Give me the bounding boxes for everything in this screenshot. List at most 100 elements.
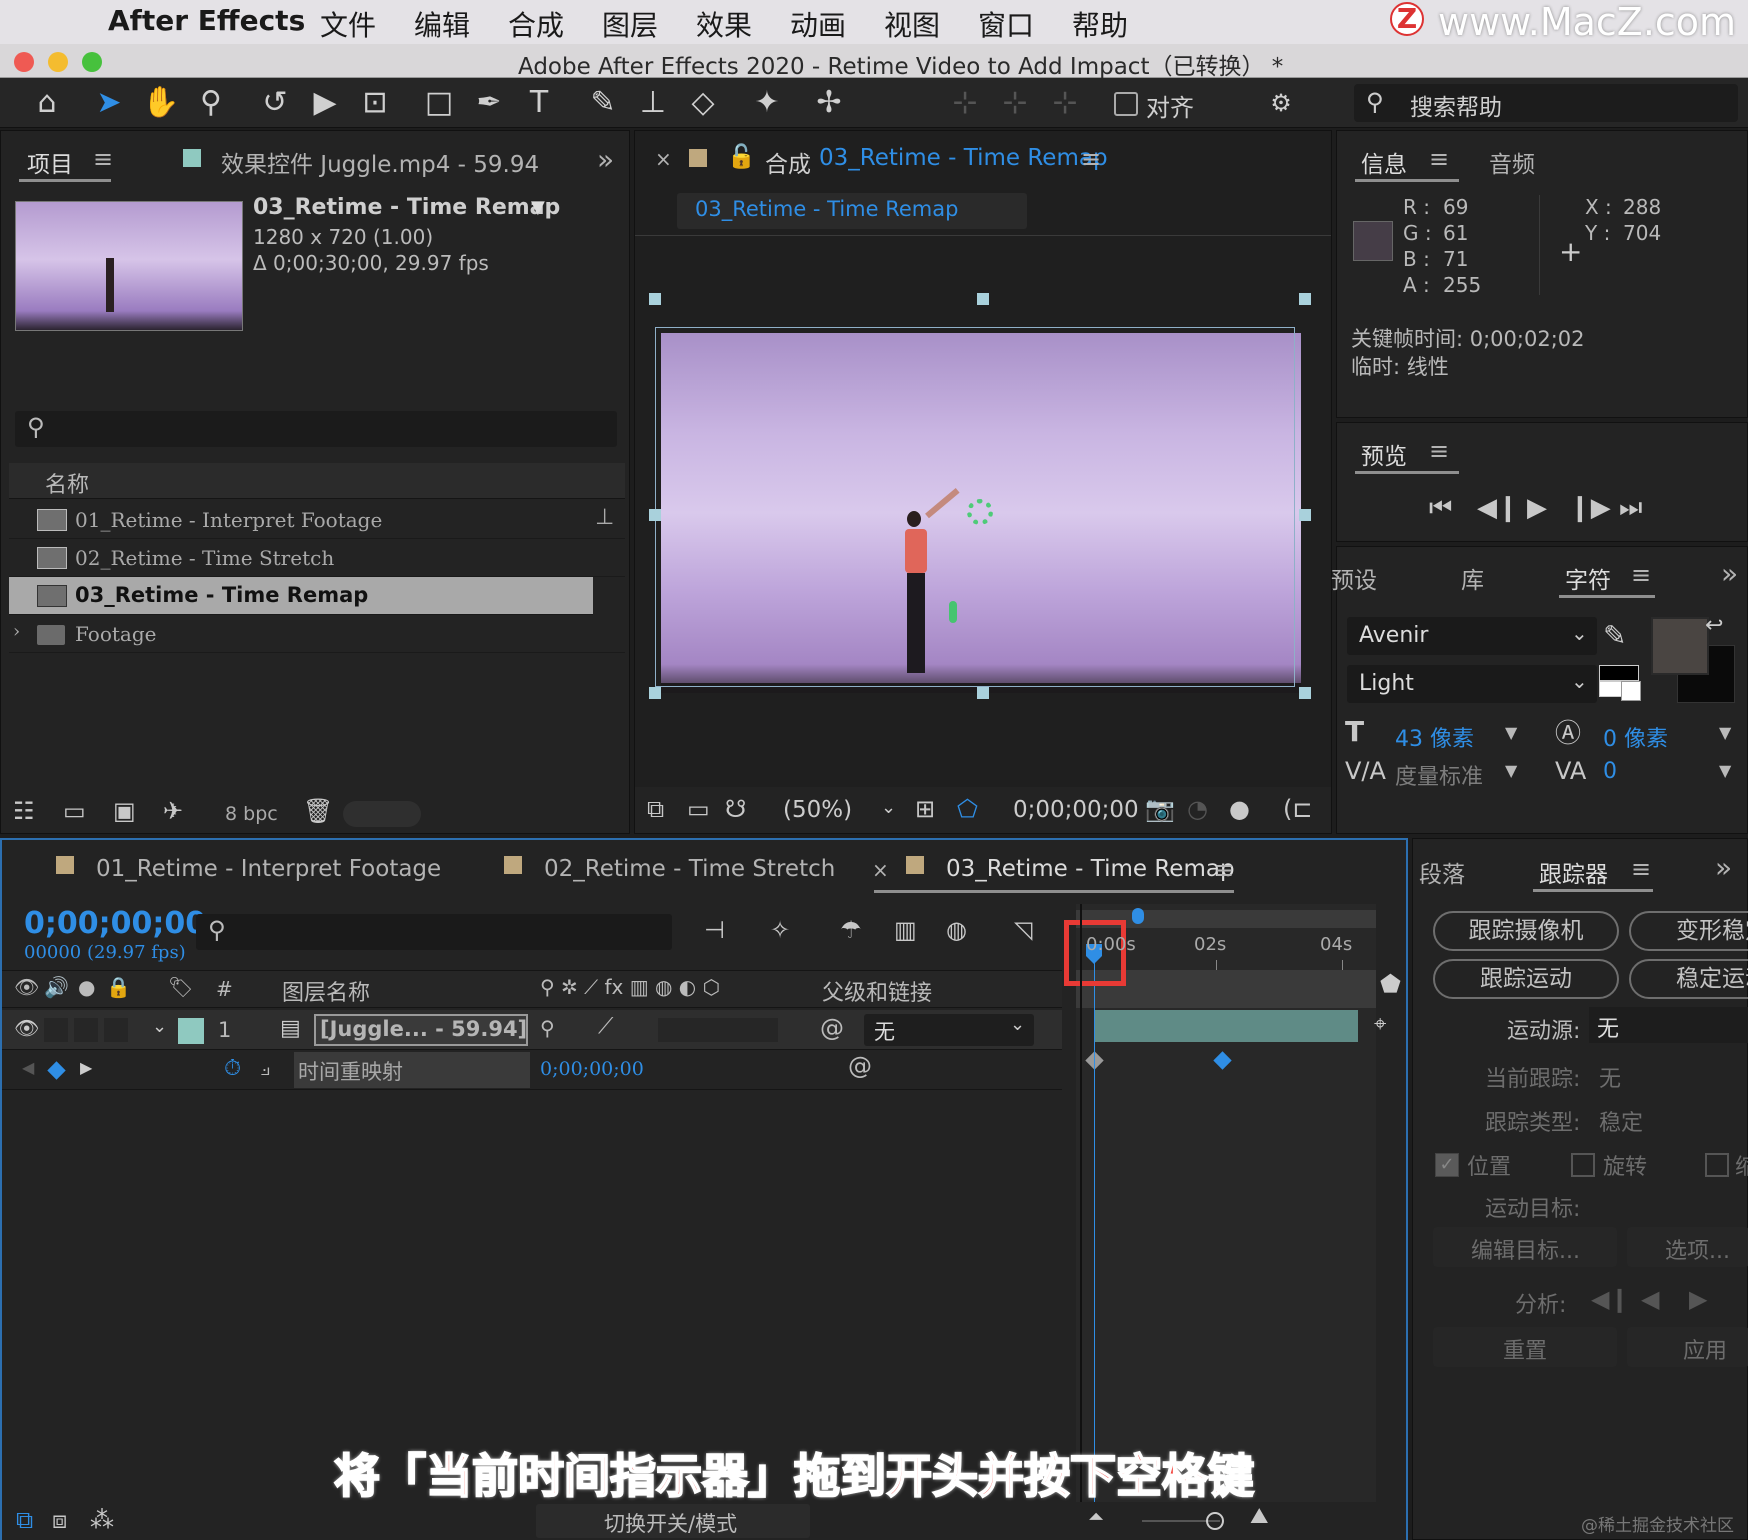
resolution-icon[interactable]: (⊏ bbox=[1283, 795, 1312, 823]
type-tool-icon[interactable]: T bbox=[520, 84, 558, 122]
timeline-tab[interactable]: 02_Retime - Time Stretch bbox=[544, 856, 835, 882]
kerning-value[interactable]: 度量标准 bbox=[1395, 759, 1483, 791]
solo-toggle[interactable] bbox=[74, 1018, 98, 1042]
project-item[interactable]: 01_Retime - Interpret Footage ⊥ bbox=[9, 501, 625, 539]
analyze-forward-frame-icon[interactable]: ▶ bbox=[1689, 1285, 1707, 1313]
timeline-search-input[interactable]: ⚲ bbox=[196, 914, 672, 950]
bit-depth-button[interactable]: 8 bpc bbox=[225, 803, 278, 825]
menu-view[interactable]: 视图 bbox=[884, 4, 940, 44]
rotate-tool-icon[interactable]: ↺ bbox=[256, 84, 294, 122]
home-icon[interactable]: ⌂ bbox=[28, 84, 66, 122]
transform-handle[interactable] bbox=[649, 293, 661, 305]
position-checkbox[interactable]: ✓ bbox=[1435, 1153, 1459, 1177]
trash-icon[interactable]: 🗑 bbox=[303, 797, 333, 825]
layer-duration-bar[interactable] bbox=[1094, 1010, 1358, 1042]
selection-tool-icon[interactable]: ➤ bbox=[90, 84, 128, 122]
pen-tool-icon[interactable]: ✒ bbox=[470, 84, 508, 122]
comp-button-icon[interactable]: ⌖ bbox=[1374, 1012, 1386, 1037]
comp-tab-name[interactable]: 03_Retime - Time Remap bbox=[819, 145, 1108, 171]
menu-help[interactable]: 帮助 bbox=[1072, 4, 1128, 44]
roto-brush-tool-icon[interactable]: ✦ bbox=[748, 84, 786, 122]
no-color-icon[interactable] bbox=[1621, 681, 1641, 701]
tab-paragraph[interactable]: 段落 bbox=[1419, 855, 1465, 889]
comp-subtab[interactable]: 03_Retime - Time Remap bbox=[677, 193, 1027, 229]
transform-handle[interactable] bbox=[649, 687, 661, 699]
property-value[interactable]: 0;00;00;00 bbox=[540, 1058, 644, 1080]
tab-presets[interactable]: 预设 bbox=[1331, 561, 1377, 595]
chevron-down-icon[interactable]: ⌄ bbox=[152, 1016, 167, 1037]
timeline-menu-icon[interactable]: ≡ bbox=[1214, 856, 1234, 884]
menu-layer[interactable]: 图层 bbox=[602, 4, 658, 44]
preview-menu-icon[interactable]: ≡ bbox=[1429, 437, 1449, 465]
next-keyframe-icon[interactable]: ▶ bbox=[80, 1058, 92, 1077]
hand-tool-icon[interactable]: ✋ bbox=[142, 84, 180, 122]
work-area-handle[interactable] bbox=[1132, 908, 1144, 924]
tab-tracker[interactable]: 跟踪器 bbox=[1539, 855, 1608, 889]
chevron-right-icon[interactable]: › bbox=[13, 621, 20, 642]
project-folder[interactable]: › Footage bbox=[9, 615, 625, 653]
keyframe-selected[interactable] bbox=[1213, 1051, 1232, 1070]
current-time-display[interactable]: 0;00;00;00 bbox=[24, 906, 206, 941]
close-icon[interactable]: × bbox=[655, 147, 672, 171]
reset-button[interactable]: 重置 bbox=[1433, 1327, 1617, 1367]
graph-icon[interactable]: ⟓ bbox=[260, 1056, 270, 1081]
scale-checkbox[interactable] bbox=[1705, 1153, 1729, 1177]
close-icon[interactable]: × bbox=[872, 858, 889, 882]
tab-info[interactable]: 信息 bbox=[1361, 145, 1407, 179]
stabilize-motion-button[interactable]: 稳定运动 bbox=[1629, 959, 1748, 999]
motion-blur-icon[interactable]: ◍ bbox=[946, 916, 967, 944]
menu-composition[interactable]: 合成 bbox=[508, 4, 564, 44]
interpret-footage-icon[interactable]: ☷ bbox=[13, 797, 35, 825]
leading-value[interactable]: 0 像素 bbox=[1603, 721, 1668, 753]
layer-row[interactable]: 👁 ⌄ 1 ▤ [Juggle... - 59.94] ⚲ ⟋ @ 无 ⌄ bbox=[2, 1010, 1062, 1050]
column-parent-link[interactable]: 父级和链接 bbox=[822, 975, 932, 1007]
graph-editor-icon[interactable]: ◹ bbox=[1014, 916, 1032, 944]
new-composition-icon[interactable]: ▣ bbox=[113, 797, 136, 825]
audio-icon[interactable]: 🔊 bbox=[44, 975, 69, 999]
menu-effect[interactable]: 效果 bbox=[696, 4, 752, 44]
transform-handle[interactable] bbox=[977, 293, 989, 305]
menu-edit[interactable]: 编辑 bbox=[414, 4, 470, 44]
mask-icon[interactable]: ☋ bbox=[725, 795, 746, 823]
menu-window[interactable]: 窗口 bbox=[978, 4, 1034, 44]
camera-tool-icon[interactable]: ▶ bbox=[306, 84, 344, 122]
render-icon[interactable]: ✈ bbox=[163, 797, 183, 825]
new-folder-icon[interactable]: ▭ bbox=[63, 797, 86, 825]
track-camera-button[interactable]: 跟踪摄像机 bbox=[1433, 911, 1619, 951]
info-menu-icon[interactable]: ≡ bbox=[1429, 145, 1449, 173]
transform-handle[interactable] bbox=[977, 687, 989, 699]
tab-preview[interactable]: 预览 bbox=[1361, 437, 1407, 471]
flowchart-icon[interactable]: ⊥ bbox=[595, 505, 614, 530]
comp-mini-flowchart-icon[interactable]: ⊣ bbox=[704, 916, 725, 944]
color-channels-icon[interactable]: ● bbox=[1229, 795, 1250, 823]
eye-icon[interactable]: 👁 bbox=[14, 1016, 39, 1040]
chevron-down-icon[interactable]: ▼ bbox=[1719, 723, 1731, 742]
show-snapshot-icon[interactable]: ◔ bbox=[1187, 795, 1208, 823]
panel-overflow-icon[interactable]: » bbox=[1715, 851, 1732, 884]
zoom-slider-handle[interactable] bbox=[1206, 1512, 1224, 1530]
chevron-down-icon[interactable]: ▼ bbox=[531, 197, 545, 218]
eye-icon[interactable]: 👁 bbox=[14, 975, 39, 999]
tab-libraries[interactable]: 库 bbox=[1461, 561, 1484, 595]
solo-icon[interactable]: ● bbox=[78, 975, 95, 999]
zoom-tool-icon[interactable]: ⚲ bbox=[192, 84, 230, 122]
brush-tool-icon[interactable]: ✎ bbox=[584, 84, 622, 122]
in-out-toggle-icon[interactable]: ⁂ bbox=[90, 1506, 114, 1534]
font-size-value[interactable]: 43 像素 bbox=[1395, 721, 1474, 753]
pick-whip-icon[interactable]: @ bbox=[820, 1014, 844, 1042]
toggle-switches-modes-button[interactable]: 切换开关/模式 bbox=[536, 1504, 810, 1538]
panel-overflow-icon[interactable]: » bbox=[1721, 557, 1738, 590]
panel-overflow-icon[interactable]: » bbox=[597, 143, 614, 176]
font-family-dropdown[interactable]: Avenir ⌄ bbox=[1347, 617, 1597, 655]
motion-source-dropdown[interactable]: 无 bbox=[1589, 1007, 1748, 1043]
tab-effect-controls[interactable]: 效果控件 Juggle.mp4 - 59.94 bbox=[221, 145, 539, 179]
comp-marker-bin-icon[interactable]: ⬟ bbox=[1380, 970, 1401, 998]
menu-animation[interactable]: 动画 bbox=[790, 4, 846, 44]
options-button[interactable]: 选项... bbox=[1627, 1227, 1748, 1267]
snap-checkbox[interactable] bbox=[1114, 92, 1138, 116]
transform-handle[interactable] bbox=[1299, 293, 1311, 305]
quality-switch-icon[interactable]: ⟋ bbox=[598, 1014, 613, 1039]
font-style-dropdown[interactable]: Light ⌄ bbox=[1347, 665, 1597, 703]
layer-label-color[interactable] bbox=[178, 1018, 204, 1044]
lock-icon[interactable]: 🔓 bbox=[727, 143, 756, 170]
